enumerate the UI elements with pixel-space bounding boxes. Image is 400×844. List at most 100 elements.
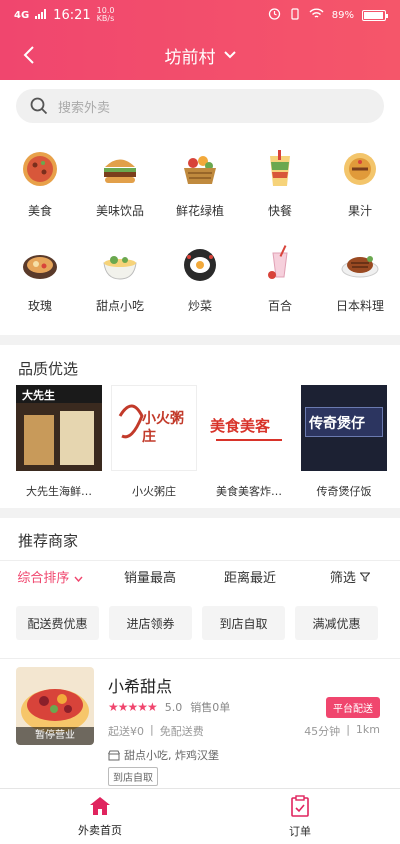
min-order: 起送¥0 xyxy=(108,725,144,738)
rating-row: ★★★★★ 5.0 销售0单 xyxy=(108,699,230,715)
distance-row: 45分钟 | 1km xyxy=(304,723,380,739)
filter-chip[interactable]: 进店领券 xyxy=(109,606,192,640)
fee-row: 起送¥0 | 免配送费 xyxy=(108,723,204,739)
quality-shop-card[interactable]: 小火粥庄 小火粥庄 xyxy=(111,385,197,499)
tab-label: 外卖首页 xyxy=(78,823,122,837)
location-title: 坊前村 xyxy=(164,47,216,68)
category-label: 美食 xyxy=(27,204,52,218)
delivery-time: 45分钟 xyxy=(304,725,341,738)
shop-sign: 大先生 xyxy=(22,389,55,402)
quality-shop-card[interactable]: 传奇煲仔 传奇煲仔饭 xyxy=(301,385,387,499)
divider xyxy=(0,560,400,561)
filter-chip[interactable]: 配送费优惠 xyxy=(16,606,99,640)
net-speed-unit: KB/s xyxy=(96,14,115,23)
category-grid: 美食 美味饮品 鲜花绿植 快餐 果汁 玫瑰 甜点小吃 炒菜 百合 日本料理 xyxy=(0,130,400,335)
category-item[interactable]: 美食 xyxy=(0,140,80,235)
category-item[interactable]: 果汁 xyxy=(320,140,400,235)
sort-label: 销量最高 xyxy=(123,571,176,586)
search-icon xyxy=(30,97,48,115)
search-input[interactable]: 搜索外卖 xyxy=(16,89,384,123)
separator: | xyxy=(150,723,154,736)
category-label: 百合 xyxy=(267,299,292,313)
order-clipboard-icon xyxy=(291,794,309,817)
shop-tags: 甜点小吃, 炸鸡汉堡 xyxy=(108,747,219,763)
section-title: 推荐商家 xyxy=(18,532,79,550)
sort-option[interactable]: 综合排序 xyxy=(0,564,100,594)
tab-home[interactable]: 外卖首页 xyxy=(0,789,200,844)
shop-photo: 美食美客 xyxy=(206,385,292,471)
shop-sign: 美食美客 xyxy=(210,417,271,435)
tab-orders[interactable]: 订单 xyxy=(200,789,400,844)
steak-icon xyxy=(341,256,379,278)
shop-sign: 小火粥庄 xyxy=(142,411,184,445)
sort-label: 筛选 xyxy=(329,571,356,586)
category-item[interactable]: 美味饮品 xyxy=(80,140,160,235)
shop-category-tags: 甜点小吃, 炸鸡汉堡 xyxy=(124,749,219,762)
recommend-section: 推荐商家 综合排序 销量最高 距离最近 筛选 配送费优惠 进店领券 到店自取 满… xyxy=(0,518,400,658)
sort-option[interactable]: 销量最高 xyxy=(100,564,200,594)
noodle-bowl-icon xyxy=(103,256,137,280)
category-label: 鲜花绿植 xyxy=(175,204,224,218)
category-item[interactable]: 玫瑰 xyxy=(0,235,80,330)
quality-shop-name: 传奇煲仔饭 xyxy=(316,485,372,498)
filter-chip[interactable]: 满减优惠 xyxy=(295,606,378,640)
filter-button[interactable]: 筛选 xyxy=(300,564,400,594)
quality-shop-card[interactable]: 美食美客 美食美客炸… xyxy=(206,385,292,499)
chevron-left-icon xyxy=(23,46,34,64)
pizza-icon xyxy=(23,152,57,186)
store-icon xyxy=(108,750,120,760)
nav-bar: 坊前村 xyxy=(0,30,400,80)
vibrate-icon xyxy=(289,7,301,23)
category-label: 美味饮品 xyxy=(95,204,144,218)
fruit-basket-icon xyxy=(184,156,216,184)
shop-photo: 暂停营业 xyxy=(16,667,94,745)
back-button[interactable] xyxy=(14,40,44,70)
search-placeholder: 搜索外卖 xyxy=(58,100,111,116)
signal-icon xyxy=(35,8,47,22)
home-icon xyxy=(90,796,110,815)
category-item[interactable]: 甜点小吃 xyxy=(80,235,160,330)
pancake-icon xyxy=(344,153,376,185)
hotpot-icon xyxy=(23,255,57,279)
battery-icon xyxy=(362,9,388,21)
quality-section: 品质优选 大先生 大先生海鲜… 小火粥庄 小火粥庄 美食美客 美食美客炸… 传奇… xyxy=(0,345,400,508)
sort-bar: 综合排序 销量最高 距离最近 筛选 xyxy=(0,564,400,594)
category-label: 玫瑰 xyxy=(27,299,52,313)
section-title: 品质优选 xyxy=(18,360,79,378)
delivery-fee: 免配送费 xyxy=(159,725,204,738)
sort-label: 距离最近 xyxy=(223,571,276,586)
shop-photo: 小火粥庄 xyxy=(111,385,197,471)
shop-photo: 传奇煲仔 xyxy=(301,385,387,471)
sort-option[interactable]: 距离最近 xyxy=(200,564,300,594)
network-indicator: 4G xyxy=(14,9,30,21)
chevron-down-icon xyxy=(74,576,83,583)
separator: | xyxy=(346,723,350,736)
category-label: 日本料理 xyxy=(335,299,384,313)
category-item[interactable]: 鲜花绿植 xyxy=(160,140,240,235)
clock: 16:21 xyxy=(53,7,91,23)
drink-cup-icon xyxy=(270,150,290,186)
category-item[interactable]: 炒菜 xyxy=(160,235,240,330)
pickup-tag: 到店自取 xyxy=(108,767,158,786)
filter-chip[interactable]: 到店自取 xyxy=(202,606,285,640)
bottom-tab-bar: 外卖首页 订单 xyxy=(0,788,400,844)
burger-icon xyxy=(104,159,136,183)
shop-photo: 大先生 xyxy=(16,385,102,471)
category-item[interactable]: 快餐 xyxy=(240,140,320,235)
shop-list-item[interactable]: 暂停营业 小希甜点 ★★★★★ 5.0 销售0单 平台配送 起送¥0 | 免配送… xyxy=(0,658,400,788)
category-item[interactable]: 日本料理 xyxy=(320,235,400,330)
milkshake-icon xyxy=(268,245,288,279)
category-label: 果汁 xyxy=(347,204,372,218)
quality-shop-name: 小火粥庄 xyxy=(132,485,176,498)
category-label: 炒菜 xyxy=(187,299,212,313)
rating-value: 5.0 xyxy=(164,700,183,714)
fried-egg-pan-icon xyxy=(184,249,216,281)
quality-shop-card[interactable]: 大先生 大先生海鲜… xyxy=(16,385,102,499)
shop-sign: 传奇煲仔 xyxy=(309,416,365,432)
location-selector[interactable]: 坊前村 xyxy=(165,43,236,68)
status-bar: 4G 16:21 10.0 KB/s 89% xyxy=(0,0,400,30)
category-item[interactable]: 百合 xyxy=(240,235,320,330)
wifi-icon xyxy=(309,8,324,23)
filter-icon xyxy=(359,572,371,582)
quality-shop-name: 美食美客炸… xyxy=(216,485,282,498)
